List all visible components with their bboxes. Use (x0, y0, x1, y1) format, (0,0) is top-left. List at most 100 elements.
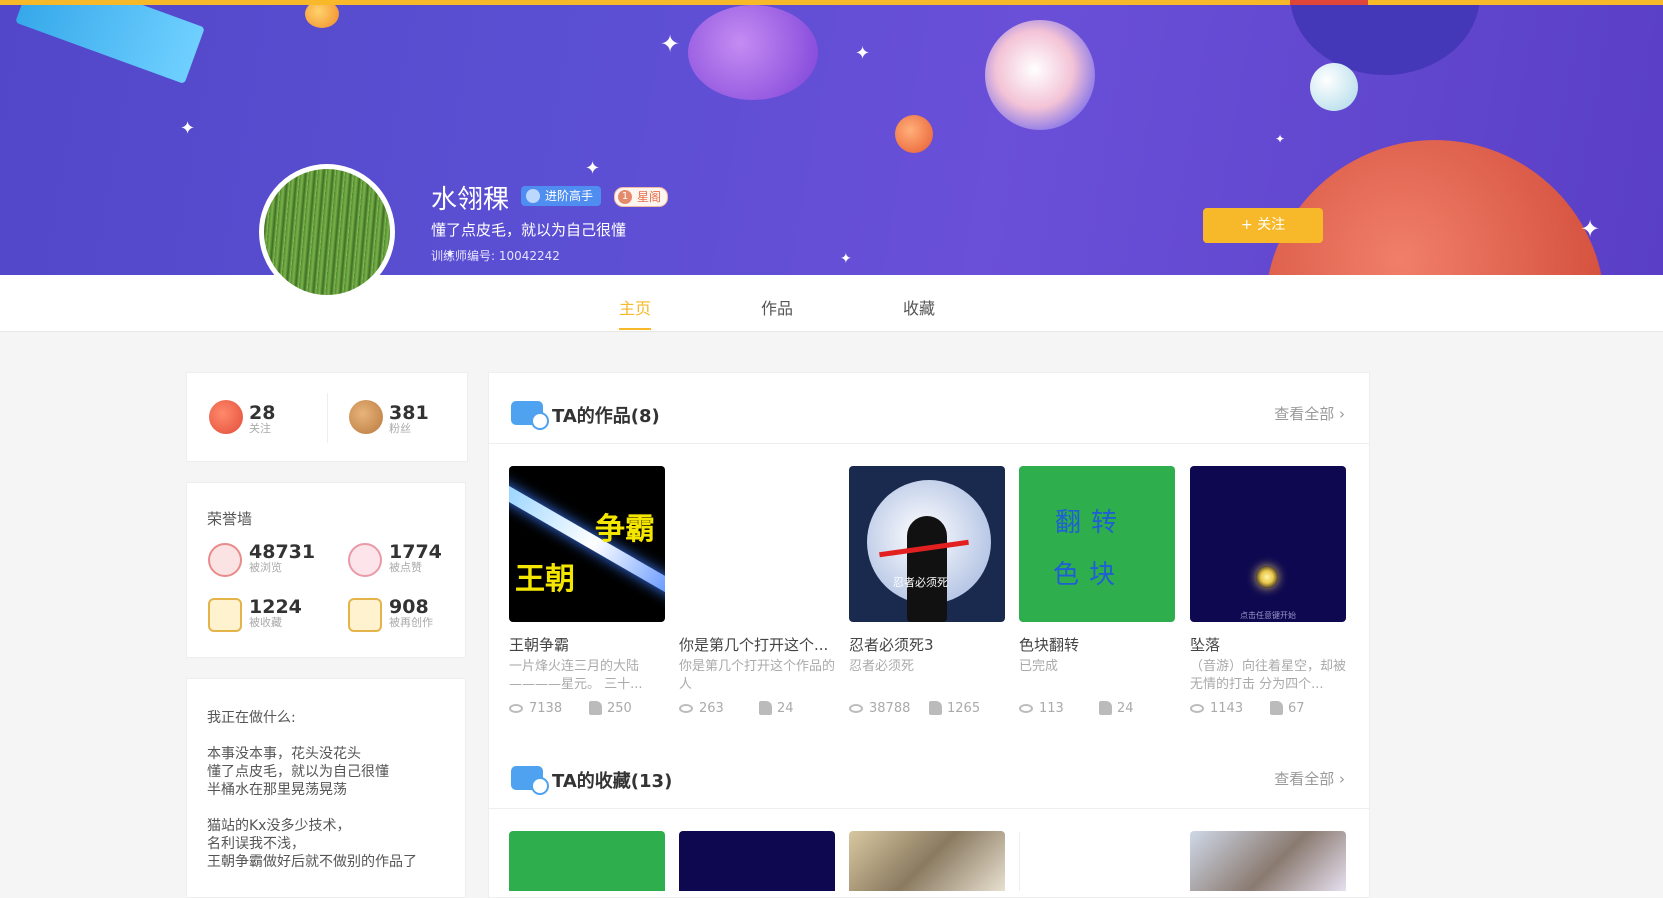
honor-wall-title: 荣誉墙 (207, 510, 253, 528)
works-view-all-label: 查看全部 (1274, 405, 1335, 423)
work-card[interactable]: 忍者必须死 忍者必须死3 忍者必须死 38788 1265 (849, 466, 1005, 717)
sparkle-icon: ✦ (1275, 132, 1286, 146)
work-likes: 1265 (947, 701, 981, 716)
like-hand-icon (348, 543, 382, 577)
purple-planet (688, 5, 818, 100)
work-desc: 一片烽火连三月的大陆————星元。 三十... (509, 659, 643, 692)
work-title[interactable]: 忍者必须死3 (849, 634, 1005, 655)
tab-works[interactable]: 作品 (761, 295, 793, 319)
doing-line: 猫站的Kx没多少技术， (207, 818, 351, 834)
collection-thumbnail[interactable] (679, 831, 835, 891)
works-view-all[interactable]: 查看全部 › (1274, 403, 1345, 424)
work-views: 38788 (869, 701, 911, 716)
astronaut-figure (985, 20, 1095, 130)
profile-banner: ✦ ✦ ✦ ✦ ✦ ✦ ✦ ✦ 水翎稞 进阶高手 1 星阁 懂了点皮毛，就以为自己… (0, 5, 1663, 275)
work-views: 7138 (529, 701, 563, 716)
work-likes: 24 (777, 701, 794, 716)
collections-icon (511, 766, 549, 795)
work-thumbnail[interactable]: 争霸 王朝 (509, 466, 665, 622)
work-stats: 263 24 (679, 701, 835, 717)
work-thumbnail[interactable] (679, 466, 835, 622)
tab-home[interactable]: 主页 (619, 295, 652, 330)
remix-stat: 908 被再创作 (389, 597, 433, 629)
collections-title: TA的收藏(13) (552, 771, 673, 792)
ninja-silhouette (907, 516, 947, 622)
sparkle-icon: ✦ (1580, 215, 1601, 243)
collection-thumbnail[interactable] (1019, 831, 1176, 891)
doing-line (207, 799, 417, 817)
views-label: 被浏览 (249, 561, 282, 574)
eye-icon (679, 704, 693, 713)
star-badge-num: 1 (618, 190, 632, 204)
likes-label: 被点赞 (389, 561, 422, 574)
chevron-right-icon: › (1339, 405, 1345, 423)
fans-count: 381 (389, 402, 429, 424)
chevron-right-icon: › (1339, 770, 1345, 788)
work-thumbnail[interactable]: 翻转 色块 (1019, 466, 1175, 622)
works-header: TA的作品(8) 查看全部 › (489, 373, 1369, 444)
fans-stat[interactable]: 381 粉丝 (389, 403, 429, 435)
collections-view-all[interactable]: 查看全部 › (1274, 768, 1345, 789)
work-thumbnail[interactable]: 点击任意键开始 (1190, 466, 1346, 622)
collections-view-all-label: 查看全部 (1274, 770, 1335, 788)
thumb-text: 翻转 (1055, 508, 1128, 538)
works-title: TA的作品(8) (552, 406, 660, 427)
thumb-up-icon (759, 701, 772, 715)
work-stats: 1143 67 (1190, 701, 1346, 717)
collection-thumbnail[interactable] (509, 831, 665, 891)
views-stat: 48731 被浏览 (249, 542, 315, 574)
work-stats: 7138 250 (509, 701, 665, 717)
level-badge: 进阶高手 (521, 186, 602, 206)
work-views: 113 (1039, 701, 1064, 716)
collection-thumbnail[interactable] (1190, 831, 1346, 891)
thumb-text: 争霸 (595, 512, 655, 547)
sparkle-icon: ✦ (855, 43, 871, 64)
collected-label: 被收藏 (249, 616, 282, 629)
work-stats: 38788 1265 (849, 701, 1005, 717)
thumb-up-icon (589, 701, 602, 715)
doing-line: 名利误我不浅， (207, 836, 305, 852)
collection-thumbnail[interactable] (849, 831, 1005, 891)
doing-line: 半桶水在那里晃荡晃荡 (207, 782, 347, 798)
thumb-text: 色块 (1053, 560, 1126, 590)
follow-button[interactable]: + 关注 (1203, 208, 1323, 243)
eye-icon (1190, 704, 1204, 713)
work-card[interactable]: 翻转 色块 色块翻转 已完成 113 24 (1019, 466, 1175, 717)
follow-stats-card: 28 关注 381 粉丝 (186, 372, 468, 462)
following-stat[interactable]: 28 关注 (249, 403, 275, 435)
work-views: 1143 (1210, 701, 1244, 716)
work-stats: 113 24 (1019, 701, 1175, 717)
doing-text: 我正在做什么: 本事没本事，花头没花头 懂了点皮毛，就以为自己很懂 半桶水在那里… (207, 709, 417, 871)
thumb-up-icon (1099, 701, 1112, 715)
dark-planet (1290, 5, 1480, 75)
likes-count: 1774 (389, 541, 442, 563)
edit-card-icon (348, 598, 382, 632)
work-title[interactable]: 色块翻转 (1019, 634, 1175, 655)
username: 水翎稞 (431, 185, 510, 215)
following-label: 关注 (249, 422, 271, 435)
fans-icon (349, 400, 383, 434)
works-section: TA的作品(8) 查看全部 › 争霸 王朝 王朝争霸 一片烽火连三月的大陆———… (488, 372, 1370, 742)
tiny-yellow-planet (305, 5, 339, 28)
doing-title: 我正在做什么: (207, 710, 296, 726)
profile-motto: 懂了点皮毛，就以为自己很懂 (431, 221, 627, 239)
work-card[interactable]: 你是第几个打开这个... 你是第几个打开这个作品的人 263 24 (679, 466, 835, 717)
fans-label: 粉丝 (389, 422, 411, 435)
work-title[interactable]: 王朝争霸 (509, 634, 665, 655)
thumb-text: 点击任意键开始 (1240, 611, 1296, 620)
satellite-panel (15, 5, 205, 84)
honor-wall-card: 荣誉墙 48731 被浏览 1774 被点赞 1224 被收藏 908 被再创作 (186, 482, 466, 658)
thumb-up-icon (1270, 701, 1283, 715)
work-card[interactable]: 争霸 王朝 王朝争霸 一片烽火连三月的大陆————星元。 三十... 7138 … (509, 466, 665, 717)
works-icon (511, 401, 549, 430)
shield-icon (526, 189, 540, 203)
work-views: 263 (699, 701, 724, 716)
divider (327, 393, 328, 443)
work-card[interactable]: 点击任意键开始 坠落 （音游）向往着星空，却被无情的打击 分为四个... 114… (1190, 466, 1346, 717)
doing-line: 本事没本事，花头没花头 (207, 746, 361, 762)
tab-favorites[interactable]: 收藏 (903, 295, 935, 319)
work-thumbnail[interactable]: 忍者必须死 (849, 466, 1005, 622)
sparkle-icon: ✦ (660, 30, 681, 58)
work-title[interactable]: 坠落 (1190, 634, 1346, 655)
work-title[interactable]: 你是第几个打开这个... (679, 634, 835, 655)
